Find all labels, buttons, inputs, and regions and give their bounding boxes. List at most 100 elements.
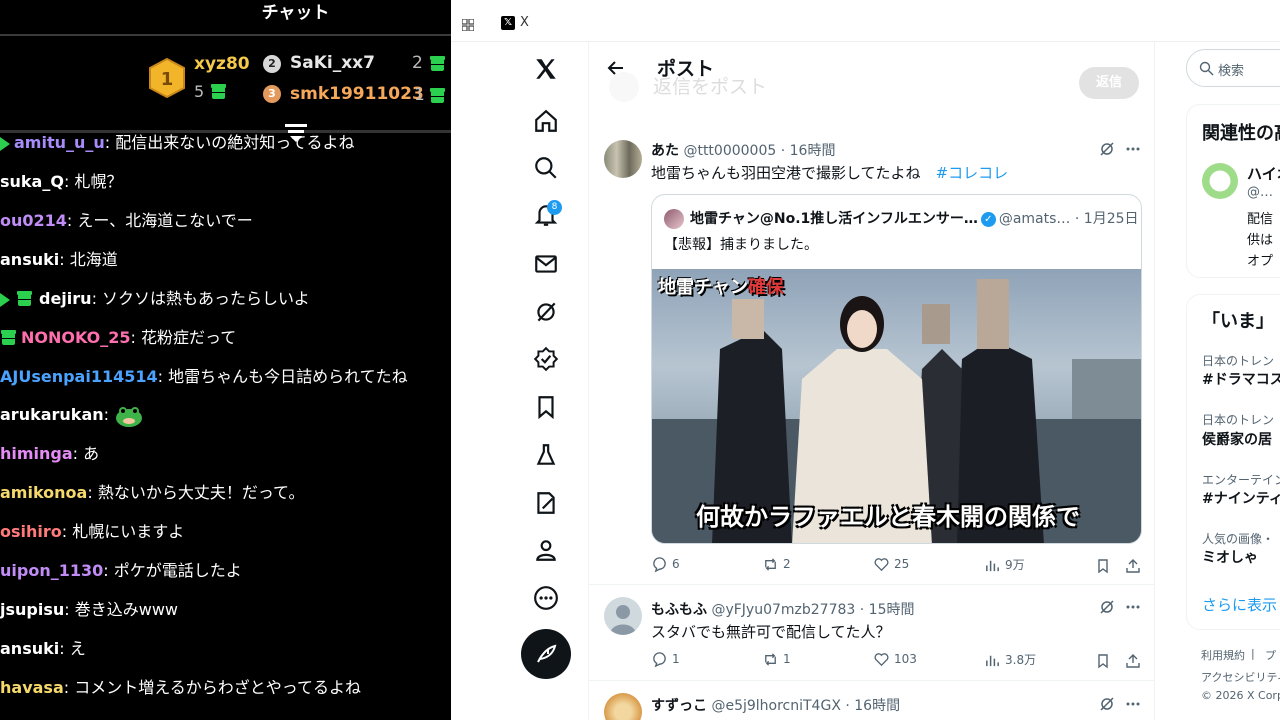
chat-username[interactable]: amitu_u_u [14,133,105,152]
repost-action[interactable]: 2 [762,556,791,573]
avatar[interactable] [604,140,642,178]
share-icon[interactable] [1125,558,1141,574]
timestamp[interactable]: 16時間 [854,698,900,714]
display-name[interactable]: もふもふ [651,602,707,618]
default-avatar[interactable] [604,597,642,635]
repost-action[interactable]: 1 [762,651,791,668]
chat-username[interactable]: osihiro [0,522,62,541]
display-name[interactable]: あた [651,143,679,159]
chat-panel: チャット 1 xyz80 5 2 SaKi_xx7 2 3 smk1991102… [0,0,451,720]
rank-3-badge-icon: 3 [263,85,281,103]
chat-username[interactable]: ou0214 [0,211,67,230]
chat-message: arukarukan: [0,403,144,429]
more-options-icon[interactable] [533,585,559,611]
avatar[interactable] [604,693,642,720]
grok-icon[interactable] [533,299,559,325]
chat-username[interactable]: suka_Q [0,172,64,191]
display-name[interactable]: すずっこ [651,698,707,714]
tweet[interactable]: もふもふ @yFJyu07mzb27783 · 15時間 スタバでも無許可で配信… [589,585,1154,681]
chat-username[interactable]: arukarukan [0,405,104,424]
reply-action[interactable]: 1 [651,651,680,668]
trend-item[interactable]: #ナインティ [1202,488,1280,508]
show-more-link[interactable]: さらに表示 [1202,594,1277,615]
handle[interactable]: @yFJyu07mzb27783 [711,602,855,618]
chat-username[interactable]: AJUsenpai114514 [0,367,158,386]
trend-item[interactable]: 侯爵家の居 [1202,429,1272,449]
x-favicon-icon: 𝕏 [501,16,515,30]
handle[interactable]: @ttt0000005 [683,143,776,159]
chat-username[interactable]: jsupisu [0,600,64,619]
hashtag-link[interactable]: #コレコレ [936,164,1009,182]
compose-post-button[interactable] [521,629,571,679]
handle[interactable]: @e5j9lhorcniT4GX [711,698,840,714]
chat-username[interactable]: havasa [0,678,64,697]
tweet[interactable]: あた @ttt0000005 · 16時間 地雷ちゃんも羽田空港で撮影してたよね… [589,128,1154,585]
like-count: 25 [894,557,910,571]
trend-item[interactable]: ミオしゃ [1202,547,1258,567]
bookmark-icon[interactable] [1095,653,1111,669]
views-chart-icon [986,655,999,667]
reply-action[interactable]: 6 [651,556,680,573]
chat-username[interactable]: uipon_1130 [0,561,103,580]
footer-terms-link[interactable]: 利用規約 [1201,647,1245,663]
x-logo-icon[interactable] [533,56,559,82]
quote-tweet-card[interactable]: 地雷チャン@No.1推し活インフルエンサー… ✓ @amats… · 1月25日 【… [651,194,1142,544]
relevant-user-name[interactable]: ハイオ [1247,163,1280,184]
chat-message: ansuki: え [0,639,86,658]
more-dots-icon[interactable] [1125,599,1141,615]
messages-envelope-icon[interactable] [533,251,559,277]
grok-analyze-icon[interactable] [1099,599,1115,615]
like-action[interactable]: 25 [873,556,909,573]
chat-message: jsupisu: 巻き込みwww [0,600,178,619]
home-icon[interactable] [533,108,559,134]
footer-accessibility-link[interactable]: アクセシビリティ [1201,669,1280,685]
timestamp[interactable]: 15時間 [869,602,915,618]
verified-orgs-icon[interactable] [533,346,559,372]
views-action[interactable]: 9万 [984,556,1025,574]
media-overlay-title: 地雷チャン確保 [658,273,784,299]
chat-text: コメント増えるからわざとやってるよね [74,678,361,697]
search-icon [1199,61,1214,76]
search-placeholder: 検索 [1218,64,1245,79]
footer-privacy-link[interactable]: プ [1265,647,1276,663]
repost-count: 2 [783,557,791,571]
browser-tab-bar: 𝕏 X [451,0,1280,42]
more-dots-icon[interactable] [1125,141,1141,157]
back-arrow-icon[interactable] [606,58,626,78]
grok-analyze-icon[interactable] [1099,141,1115,157]
timestamp[interactable]: 16時間 [790,143,836,159]
like-action[interactable]: 103 [873,651,917,668]
repost-icon [765,653,776,666]
tabs-grid-icon[interactable] [461,16,475,32]
bookmark-icon[interactable] [1095,558,1111,574]
tweet[interactable]: すずっこ @e5j9lhorcniT4GX · 16時間 [589,681,1154,720]
chat-username[interactable]: amikonoa [0,483,87,502]
chat-message: osihiro: 札幌にいますよ [0,522,185,541]
leaderboard-name-3[interactable]: smk19911023 [290,84,424,104]
chat-text: え [69,639,86,658]
tweet-text: スタバでも無許可で配信してた人？ [651,623,891,641]
leaderboard-name-1[interactable]: xyz80 [194,54,250,74]
search-explore-icon[interactable] [533,155,559,181]
bookmark-icon[interactable] [533,394,559,420]
articles-edit-icon[interactable] [533,490,559,516]
chat-username[interactable]: ansuki [0,250,59,269]
chat-username[interactable]: NONOKO_25 [21,328,131,347]
relevant-avatar[interactable] [1202,163,1238,199]
chat-username[interactable]: himinga [0,444,73,463]
grok-analyze-icon[interactable] [1099,696,1115,712]
jobs-flask-icon[interactable] [533,442,559,468]
trend-item[interactable]: #ドラマコス [1202,369,1280,389]
more-dots-icon[interactable] [1125,696,1141,712]
leaderboard-name-2[interactable]: SaKi_xx7 [290,53,375,73]
profile-icon[interactable] [533,537,559,563]
chat-username[interactable]: ansuki [0,639,59,658]
views-action[interactable]: 3.8万 [984,651,1036,669]
share-icon[interactable] [1125,653,1141,669]
search-input[interactable]: 検索 [1186,49,1280,87]
quote-media-image[interactable]: 地雷チャン確保 何故かラファエルと春木開の関係で [652,269,1141,543]
chat-username[interactable]: dejiru [39,289,92,308]
quote-display-name: 地雷チャン@No.1推し活インフルエンサー… [690,211,978,227]
browser-tab[interactable]: X [520,15,529,30]
reply-button[interactable]: 返信 [1079,67,1139,99]
